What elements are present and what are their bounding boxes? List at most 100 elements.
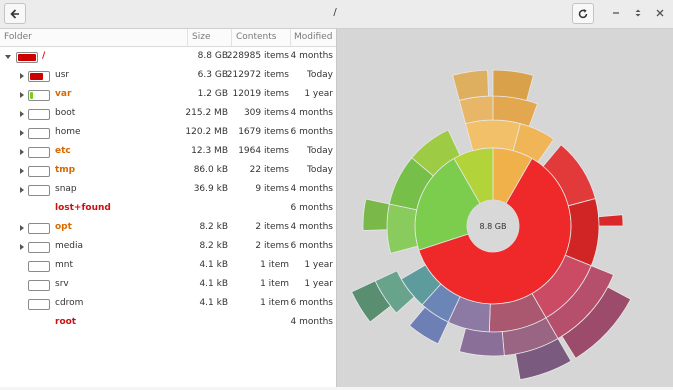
folder-modified: 4 months: [290, 222, 334, 232]
folder-name: tmp: [55, 165, 76, 175]
expander-right-icon[interactable]: [18, 167, 26, 175]
folder-contents: 212972 items: [226, 70, 289, 80]
folder-size: 1.2 GB: [197, 89, 228, 99]
folder-size: 120.2 MB: [185, 127, 228, 137]
sunburst-segment[interactable]: [598, 214, 624, 227]
usage-bar: [28, 166, 50, 177]
folder-contents: 309 items: [243, 108, 289, 118]
folder-size: 4.1 kB: [199, 260, 228, 270]
reload-icon: [578, 8, 588, 18]
folder-name: /: [42, 51, 46, 61]
usage-bar: [16, 52, 38, 63]
expander-down-icon[interactable]: [4, 53, 12, 61]
list-row[interactable]: cdrom 4.1 kB 1 item 6 months: [0, 295, 336, 314]
list-row[interactable]: root 4 months: [0, 314, 336, 333]
list-row[interactable]: / 8.8 GB 228985 items 4 months: [0, 48, 336, 67]
sunburst-segment[interactable]: [458, 95, 494, 125]
folder-name: media: [55, 241, 84, 251]
folder-modified: 4 months: [290, 184, 334, 194]
list-row[interactable]: tmp 86.0 kB 22 items Today: [0, 162, 336, 181]
sunburst-chart[interactable]: 8.8 GB: [337, 29, 673, 387]
folder-name: usr: [55, 70, 70, 80]
folder-size: 8.2 kB: [199, 222, 228, 232]
list-row[interactable]: mnt 4.1 kB 1 item 1 year: [0, 257, 336, 276]
maximize-icon: [635, 9, 641, 17]
folder-contents: 1 item: [260, 279, 289, 289]
back-arrow-icon: [10, 8, 19, 19]
reload-button[interactable]: [572, 3, 594, 24]
usage-bar: [28, 299, 50, 310]
list-row[interactable]: snap 36.9 kB 9 items 4 months: [0, 181, 336, 200]
folder-modified: 6 months: [290, 127, 334, 137]
expander-right-icon[interactable]: [18, 72, 26, 80]
folder-name: snap: [55, 184, 77, 194]
usage-bar: [28, 242, 50, 253]
close-icon: [656, 9, 664, 17]
folder-contents: 1 item: [260, 298, 289, 308]
close-button[interactable]: [652, 5, 668, 21]
folder-contents: 12019 items: [232, 89, 289, 99]
folder-modified: 1 year: [304, 89, 333, 99]
column-header-folder[interactable]: Folder: [4, 32, 32, 42]
folder-modified: 4 months: [290, 317, 334, 327]
minimize-button[interactable]: [608, 5, 624, 21]
expander-right-icon[interactable]: [18, 224, 26, 232]
list-row[interactable]: home 120.2 MB 1679 items 6 months: [0, 124, 336, 143]
expander-right-icon[interactable]: [18, 129, 26, 137]
column-header-modified[interactable]: Modified: [294, 32, 332, 42]
folder-modified: 6 months: [290, 203, 334, 213]
list-row[interactable]: usr 6.3 GB 212972 items Today: [0, 67, 336, 86]
sunburst-svg[interactable]: 8.8 GB: [337, 29, 673, 387]
folder-modified: Today: [306, 165, 333, 175]
list-row[interactable]: lost+found 6 months: [0, 200, 336, 219]
folder-size: 4.1 kB: [199, 279, 228, 289]
folder-modified: 1 year: [304, 279, 333, 289]
sunburst-center-label: 8.8 GB: [480, 222, 507, 231]
sunburst-segment[interactable]: [362, 198, 390, 231]
usage-bar-fill: [30, 73, 43, 80]
folder-contents: 22 items: [249, 165, 289, 175]
usage-bar: [28, 261, 50, 272]
folder-name: mnt: [55, 260, 73, 270]
folder-name: cdrom: [55, 298, 84, 308]
usage-bar: [28, 109, 50, 120]
usage-bar: [28, 147, 50, 158]
list-row[interactable]: boot 215.2 MB 309 items 4 months: [0, 105, 336, 124]
folder-size: 36.9 kB: [193, 184, 228, 194]
sunburst-segment[interactable]: [452, 69, 489, 101]
folder-contents: 2 items: [255, 241, 289, 251]
expander-right-icon[interactable]: [18, 91, 26, 99]
back-button[interactable]: [4, 3, 26, 24]
folder-name: srv: [55, 279, 69, 289]
folder-modified: Today: [306, 146, 333, 156]
list-row[interactable]: opt 8.2 kB 2 items 4 months: [0, 219, 336, 238]
folder-size: 8.8 GB: [197, 51, 228, 61]
folder-contents: 1964 items: [238, 146, 289, 156]
folder-size: 86.0 kB: [193, 165, 228, 175]
folder-name: home: [55, 127, 81, 137]
sunburst-segment[interactable]: [465, 119, 521, 152]
folder-size: 8.2 kB: [199, 241, 228, 251]
folder-contents: 9 items: [255, 184, 289, 194]
list-row[interactable]: var 1.2 GB 12019 items 1 year: [0, 86, 336, 105]
folder-name: opt: [55, 222, 72, 232]
column-header-contents[interactable]: Contents: [236, 32, 276, 42]
folder-name: etc: [55, 146, 71, 156]
list-row[interactable]: etc 12.3 MB 1964 items Today: [0, 143, 336, 162]
sunburst-segment[interactable]: [492, 69, 534, 101]
sunburst-segment[interactable]: [386, 203, 419, 254]
folder-contents: 1 item: [260, 260, 289, 270]
expander-right-icon[interactable]: [18, 186, 26, 194]
expander-right-icon[interactable]: [18, 148, 26, 156]
column-header-size[interactable]: Size: [192, 32, 210, 42]
usage-bar: [28, 71, 50, 82]
sunburst-segment[interactable]: [458, 327, 505, 357]
list-row[interactable]: srv 4.1 kB 1 item 1 year: [0, 276, 336, 295]
expander-right-icon[interactable]: [18, 243, 26, 251]
expander-right-icon[interactable]: [18, 110, 26, 118]
folder-contents: 2 items: [255, 222, 289, 232]
folder-name: root: [55, 317, 77, 327]
maximize-button[interactable]: [630, 5, 646, 21]
list-row[interactable]: media 8.2 kB 2 items 6 months: [0, 238, 336, 257]
folder-size: 4.1 kB: [199, 298, 228, 308]
